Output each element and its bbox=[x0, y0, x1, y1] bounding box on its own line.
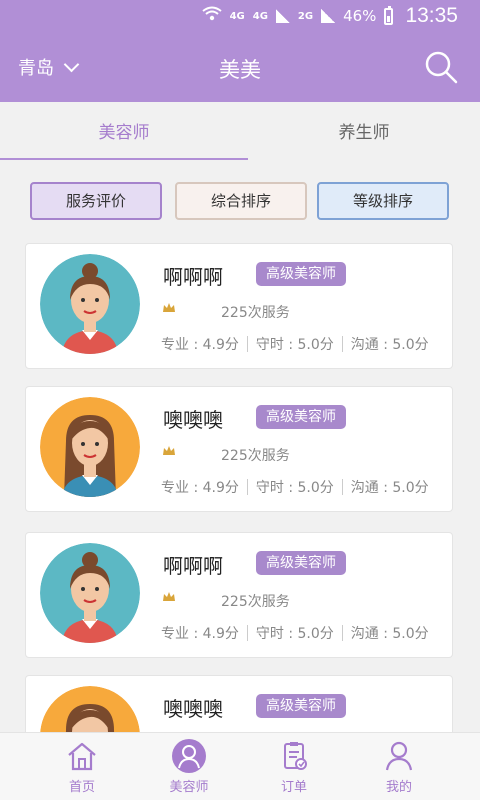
clock: 13:35 bbox=[405, 4, 458, 27]
crown-icon bbox=[163, 446, 175, 455]
level-badge: 高级美容师 bbox=[256, 405, 346, 429]
sort-overall-button[interactable]: 综合排序 bbox=[175, 182, 307, 220]
level-badge: 高级美容师 bbox=[256, 694, 346, 718]
avatar bbox=[40, 543, 140, 643]
beautician-card[interactable]: 啊啊啊 高级美容师 225次服务 专业 : 4.9分 守时 : 5.0分 沟通 … bbox=[25, 243, 453, 369]
crown-icon bbox=[163, 303, 175, 312]
divider bbox=[341, 479, 343, 495]
punctuality-score: 守时 : 5.0分 bbox=[255, 480, 334, 496]
sort-bar: 服务评价 综合排序 等级排序 bbox=[0, 182, 480, 220]
level-badge: 高级美容师 bbox=[256, 551, 346, 575]
nav-profile-label: 我的 bbox=[385, 780, 412, 795]
communication-score: 沟通 : 5.0分 bbox=[350, 626, 429, 642]
profile-icon bbox=[385, 741, 413, 771]
professional-score: 专业 : 4.9分 bbox=[161, 337, 239, 353]
tab-health-therapist[interactable]: 养生师 bbox=[248, 102, 480, 160]
tab-beautician[interactable]: 美容师 bbox=[0, 102, 248, 160]
category-tabs: 美容师 养生师 bbox=[0, 102, 480, 160]
beautician-name: 啊啊啊 bbox=[163, 265, 223, 289]
sort-by-rating-button[interactable]: 服务评价 bbox=[30, 182, 162, 220]
score-row: 专业 : 4.9分 守时 : 5.0分 沟通 : 5.0分 bbox=[161, 623, 429, 643]
beautician-icon bbox=[172, 739, 206, 773]
nav-orders[interactable]: 订单 bbox=[234, 733, 354, 800]
search-button[interactable] bbox=[424, 50, 458, 84]
home-icon bbox=[68, 742, 96, 771]
service-count: 225次服务 bbox=[221, 594, 290, 610]
communication-score: 沟通 : 5.0分 bbox=[350, 480, 429, 496]
wifi-icon bbox=[201, 6, 222, 26]
status-bar: 4G 4G 2G 46% 13:35 bbox=[0, 0, 480, 32]
divider bbox=[341, 625, 343, 641]
battery-icon bbox=[384, 5, 394, 25]
punctuality-score: 守时 : 5.0分 bbox=[255, 337, 334, 353]
professional-score: 专业 : 4.9分 bbox=[161, 480, 239, 496]
avatar bbox=[40, 397, 140, 497]
score-row: 专业 : 4.9分 守时 : 5.0分 沟通 : 5.0分 bbox=[161, 334, 429, 354]
avatar bbox=[40, 254, 140, 354]
communication-score: 沟通 : 5.0分 bbox=[350, 337, 429, 353]
network-type: 4G bbox=[229, 10, 245, 22]
score-row: 专业 : 4.9分 守时 : 5.0分 沟通 : 5.0分 bbox=[161, 477, 429, 497]
page-title: 美美 bbox=[219, 58, 261, 82]
beautician-card[interactable]: 噢噢噢 高级美容师 225次服务 专业 : 4.9分 守时 : 5.0分 沟通 … bbox=[25, 386, 453, 512]
signal-icon bbox=[275, 9, 290, 23]
divider bbox=[246, 336, 248, 352]
order-icon bbox=[284, 742, 307, 770]
nav-beautician-label: 美容师 bbox=[169, 780, 209, 795]
service-count: 225次服务 bbox=[221, 305, 290, 321]
battery-percent: 46% bbox=[343, 7, 377, 25]
nav-beautician[interactable]: 美容师 bbox=[129, 733, 249, 800]
beautician-name: 噢噢噢 bbox=[163, 408, 223, 432]
beautician-name: 啊啊啊 bbox=[163, 554, 223, 578]
signal-icon-secondary bbox=[321, 9, 336, 23]
service-count: 225次服务 bbox=[221, 448, 290, 464]
network-type-secondary: 4G bbox=[252, 10, 268, 22]
network-type-tertiary: 2G bbox=[297, 10, 314, 22]
sort-by-level-button[interactable]: 等级排序 bbox=[317, 182, 449, 220]
professional-score: 专业 : 4.9分 bbox=[161, 626, 239, 642]
divider bbox=[246, 479, 248, 495]
level-badge: 高级美容师 bbox=[256, 262, 346, 286]
search-icon bbox=[425, 51, 458, 84]
nav-profile[interactable]: 我的 bbox=[339, 733, 459, 800]
divider bbox=[246, 625, 248, 641]
nav-home[interactable]: 首页 bbox=[22, 733, 142, 800]
nav-orders-label: 订单 bbox=[280, 780, 307, 795]
punctuality-score: 守时 : 5.0分 bbox=[255, 626, 334, 642]
nav-home-label: 首页 bbox=[68, 780, 95, 795]
app-header: 青岛 美美 bbox=[0, 32, 480, 102]
crown-icon bbox=[163, 592, 175, 601]
divider bbox=[341, 336, 343, 352]
beautician-card[interactable]: 啊啊啊 高级美容师 225次服务 专业 : 4.9分 守时 : 5.0分 沟通 … bbox=[25, 532, 453, 658]
beautician-name: 噢噢噢 bbox=[163, 697, 223, 721]
bottom-nav: 首页 美容师 订单 我的 bbox=[0, 732, 480, 800]
